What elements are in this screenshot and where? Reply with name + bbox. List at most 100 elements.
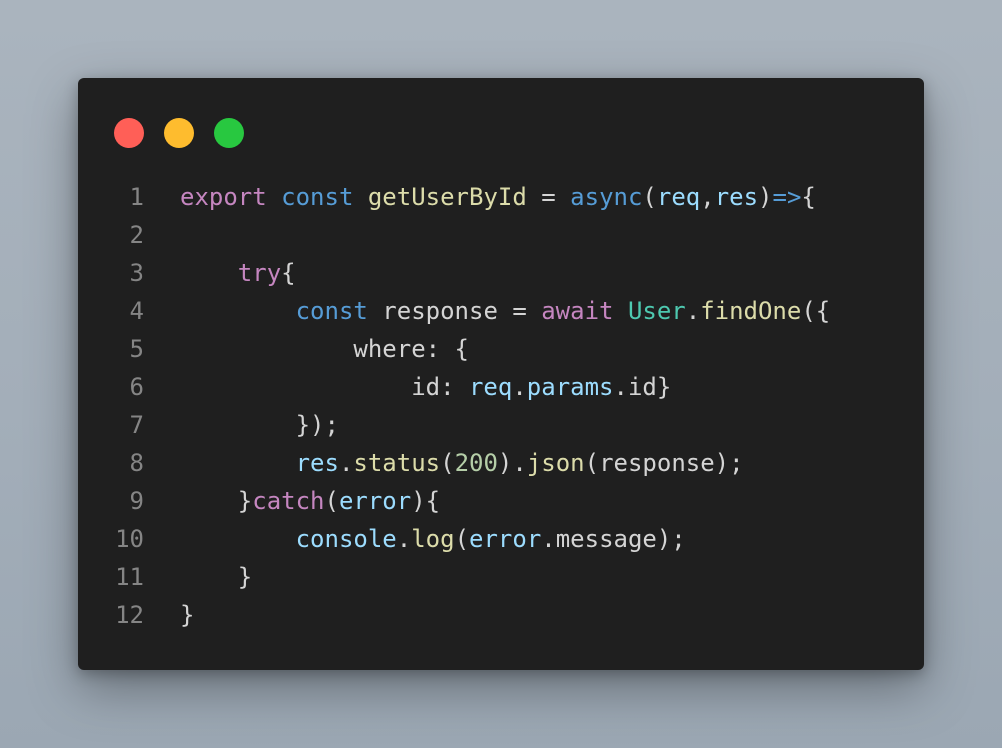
line-number: 7	[129, 411, 144, 439]
line-number: 9	[129, 487, 144, 515]
code-token: {	[801, 183, 816, 211]
code-line: 12}	[78, 596, 924, 634]
code-token: await	[541, 297, 614, 325]
line-source: }	[180, 558, 252, 596]
line-source: }	[180, 596, 194, 634]
code-token: (	[324, 487, 339, 515]
line-number: 4	[129, 297, 144, 325]
code-token: .	[338, 449, 354, 477]
code-token: }	[180, 601, 195, 629]
code-token: export	[180, 183, 267, 211]
code-token: .	[512, 373, 527, 401]
code-token: }	[237, 563, 253, 591]
line-source: const response = await User.findOne({	[180, 292, 831, 330]
code-line: 6 id: req.params.id}	[78, 368, 924, 406]
code-token: =>	[772, 183, 802, 211]
code-line: 2	[78, 216, 924, 254]
code-token: .	[685, 297, 701, 325]
code-token: =	[526, 183, 571, 211]
code-line: 11 }	[78, 558, 924, 596]
code-line: 4 const response = await User.findOne({	[78, 292, 924, 330]
line-number: 12	[115, 601, 144, 629]
line-number: 11	[115, 563, 144, 591]
code-line: 1 export const getUserById = async(req,re…	[78, 178, 924, 216]
code-token: req	[656, 183, 701, 211]
code-token: where: {	[353, 335, 469, 363]
code-token: ).	[497, 449, 527, 477]
line-source: }catch(error){	[180, 482, 440, 520]
line-number: 6	[129, 373, 144, 401]
code-token: (	[440, 449, 455, 477]
line-source: where: {	[180, 330, 469, 368]
code-token: ){	[411, 487, 441, 515]
code-line: 10 console.log(error.message);	[78, 520, 924, 558]
line-source: id: req.params.id}	[180, 368, 671, 406]
line-number: 3	[129, 259, 144, 287]
code-token: id:	[411, 373, 469, 401]
line-source: });	[180, 406, 339, 444]
code-token: User	[627, 297, 686, 325]
code-line: 8 res.status(200).json(response);	[78, 444, 924, 482]
code-line: 3 try{	[78, 254, 924, 292]
code-token: 200	[454, 449, 498, 477]
code-token: req	[468, 373, 513, 401]
code-token: )	[758, 183, 773, 211]
line-number: 10	[115, 525, 144, 553]
code-token: const	[281, 183, 354, 211]
code-token: {	[281, 259, 296, 287]
line-source: export const getUserById = async(req,res…	[180, 178, 816, 216]
maximize-dot-icon[interactable]	[214, 118, 244, 148]
code-token: json	[526, 449, 585, 477]
code-token: async	[570, 183, 643, 211]
code-token: .id}	[613, 373, 672, 401]
code-token: console	[295, 525, 397, 553]
line-number: 1	[129, 183, 144, 211]
code-line: 7 });	[78, 406, 924, 444]
code-token: response =	[367, 297, 542, 325]
code-token: .	[396, 525, 412, 553]
line-number: 8	[129, 449, 144, 477]
line-source: console.log(error.message);	[180, 520, 686, 558]
line-source: try{	[180, 254, 296, 292]
code-line: 5 where: {	[78, 330, 924, 368]
code-token: .message);	[541, 525, 686, 553]
code-token: res	[714, 183, 759, 211]
code-token: }	[237, 487, 253, 515]
code-token: res	[295, 449, 339, 477]
code-token: const	[295, 297, 368, 325]
code-window: 1 export const getUserById = async(req,re…	[78, 78, 924, 670]
line-number: 2	[129, 221, 144, 249]
code-token: });	[295, 411, 339, 439]
code-token: params	[526, 373, 614, 401]
code-token: status	[353, 449, 441, 477]
code-block: 1 export const getUserById = async(req,re…	[78, 178, 924, 634]
line-number: 5	[129, 335, 144, 363]
code-token: log	[411, 525, 455, 553]
code-token: ({	[801, 297, 831, 325]
code-token: getUserById	[367, 183, 527, 211]
code-token: findOne	[700, 297, 802, 325]
code-token: try	[237, 259, 282, 287]
code-token: (	[642, 183, 657, 211]
minimize-dot-icon[interactable]	[164, 118, 194, 148]
code-token: catch	[252, 487, 325, 515]
code-token: (	[454, 525, 470, 553]
code-token: error	[469, 525, 542, 553]
code-line: 9 }catch(error){	[78, 482, 924, 520]
code-token: ,	[700, 183, 715, 211]
code-token: (response);	[584, 449, 744, 477]
close-dot-icon[interactable]	[114, 118, 144, 148]
line-source: res.status(200).json(response);	[180, 444, 744, 482]
code-token: error	[338, 487, 412, 515]
